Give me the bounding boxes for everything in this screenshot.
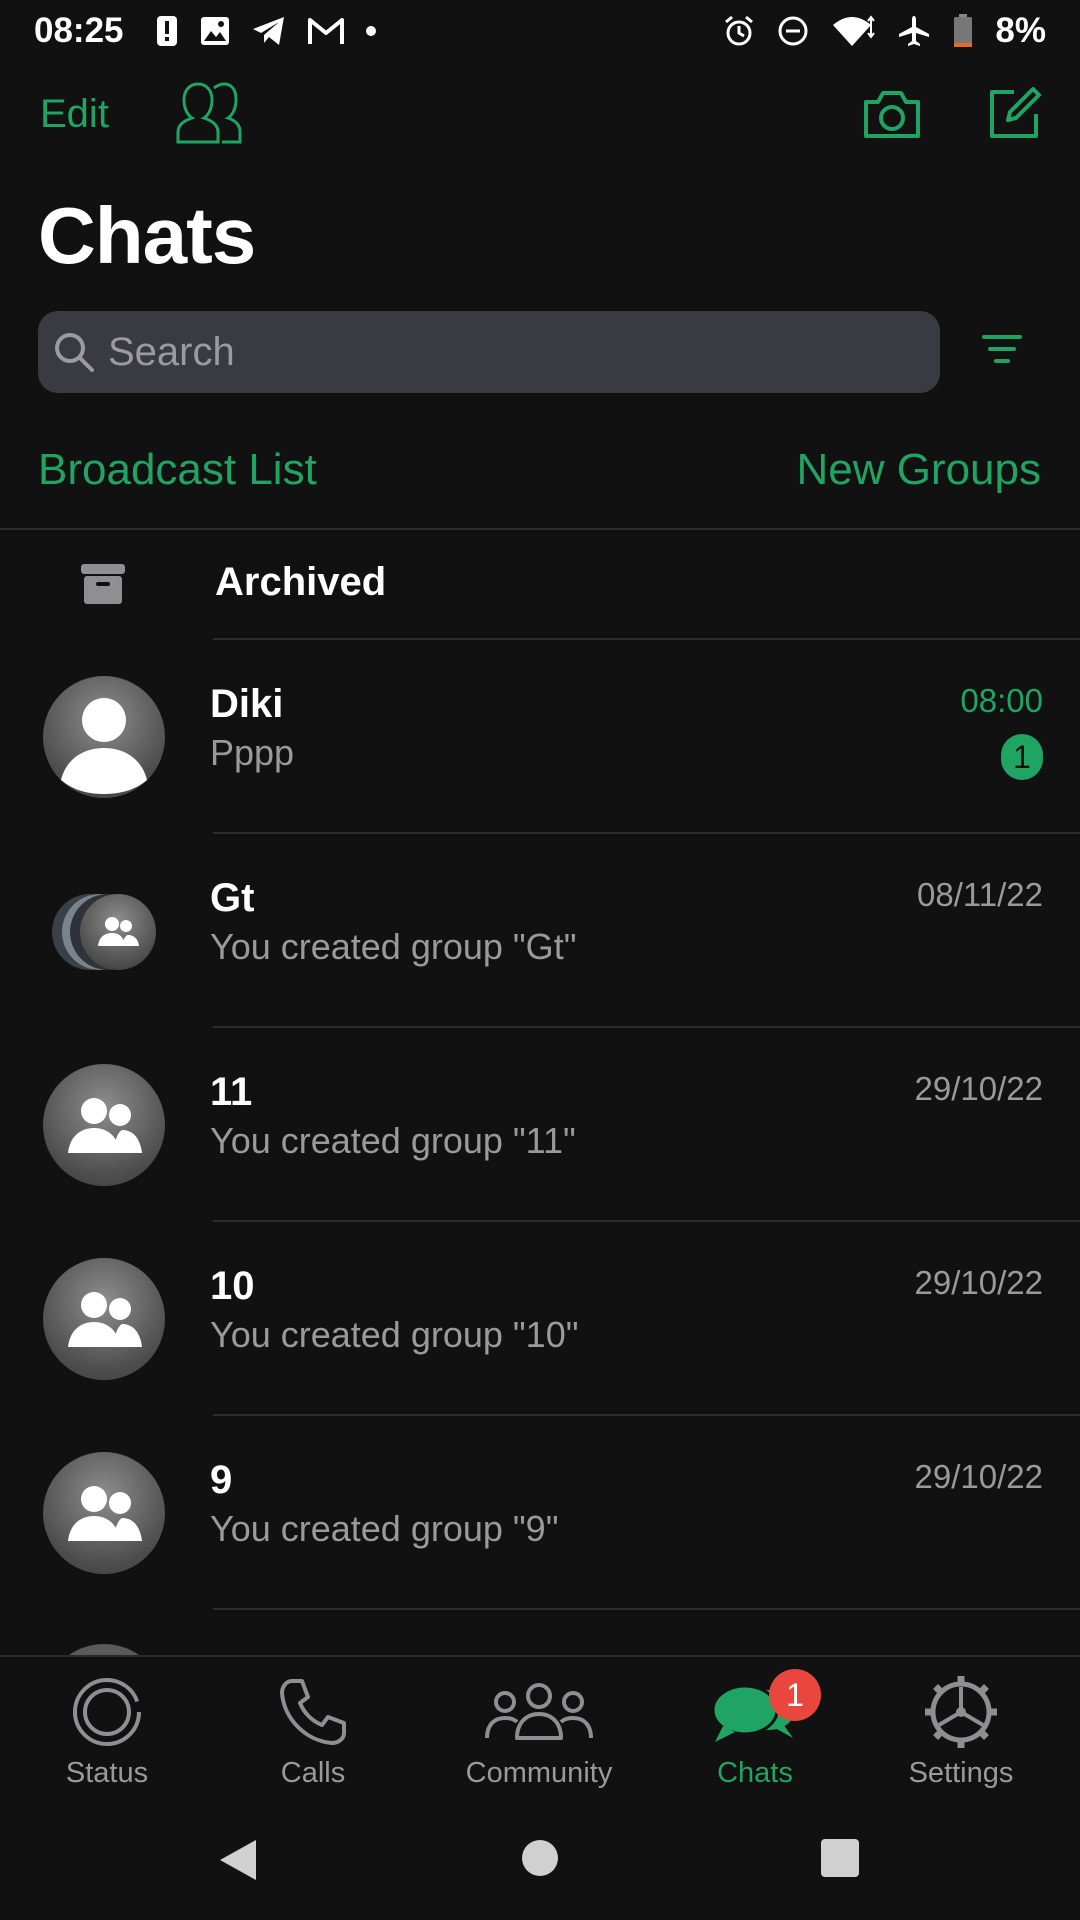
system-nav-bar: [0, 1800, 1080, 1920]
chat-time: 29/10/22: [914, 1458, 1043, 1495]
recents-icon[interactable]: [820, 1838, 860, 1883]
group-icon: [68, 1486, 142, 1541]
home-icon[interactable]: [520, 1838, 560, 1883]
archive-box-icon: [80, 562, 126, 611]
unread-badge: 1: [1001, 734, 1043, 780]
chat-name: 10: [210, 1264, 255, 1308]
battery-icon: [953, 14, 973, 48]
divider: [213, 1608, 1080, 1610]
chat-time: 29/10/22: [914, 1070, 1043, 1107]
tab-label: Chats: [717, 1757, 793, 1789]
compose-icon[interactable]: [986, 86, 1042, 142]
group-icon: [68, 1098, 142, 1153]
chat-preview: You created group "10": [210, 1314, 579, 1355]
chat-row[interactable]: 10 You created group "10" 29/10/22: [0, 1222, 1080, 1416]
avatar: [43, 1064, 165, 1186]
phone-icon: [223, 1671, 403, 1753]
group-stack-avatar: [50, 890, 160, 972]
chat-name: Gt: [210, 876, 255, 920]
airplane-icon: [897, 14, 931, 48]
chat-time: 08/11/22: [916, 876, 1043, 913]
quick-links: Broadcast List New Groups: [0, 445, 1080, 505]
chat-row[interactable]: Gt You created group "Gt" 08/11/22: [0, 834, 1080, 1028]
broadcast-list-link[interactable]: Broadcast List: [38, 445, 317, 495]
gear-icon: [871, 1671, 1051, 1753]
tab-community[interactable]: Community: [449, 1671, 629, 1790]
telegram-icon: [252, 16, 286, 46]
chat-preview: Pppp: [210, 732, 295, 773]
chat-name: 11: [210, 1070, 253, 1114]
search-icon: [52, 330, 96, 374]
dot-icon: [365, 26, 376, 36]
search-bar[interactable]: [38, 311, 940, 393]
edit-button[interactable]: Edit: [40, 92, 109, 137]
chat-name: 9: [210, 1458, 233, 1502]
battery-percent: 8%: [995, 11, 1046, 50]
contacts-group-icon[interactable]: [170, 82, 242, 146]
status-bar: 08:25 8%: [0, 0, 1080, 62]
page-title: Chats: [38, 191, 256, 280]
chat-time: 29/10/22: [914, 1264, 1043, 1301]
group-icon: [68, 1292, 142, 1347]
tab-status[interactable]: Status: [17, 1671, 197, 1790]
tab-chats[interactable]: 1 Chats: [665, 1669, 845, 1790]
chat-time: 08:00: [960, 682, 1043, 719]
alarm-icon: [723, 15, 755, 47]
avatar: [43, 1258, 165, 1380]
tab-label: Status: [65, 1757, 149, 1789]
chat-preview: You created group "9": [210, 1508, 559, 1549]
status-time: 08:25: [34, 11, 124, 50]
avatar: [43, 676, 165, 798]
chats-icon: 1: [665, 1669, 845, 1753]
chat-row[interactable]: 11 You created group "11" 29/10/22: [0, 1028, 1080, 1222]
tab-label: Calls: [280, 1757, 346, 1789]
dnd-icon: [777, 15, 809, 47]
archived-row[interactable]: Archived: [0, 530, 1080, 638]
tab-label: Settings: [908, 1757, 1014, 1789]
top-bar: Edit: [0, 82, 1080, 152]
alert-icon: [156, 15, 178, 47]
chat-row[interactable]: 9 You created group "9" 29/10/22: [0, 1416, 1080, 1610]
wifi-icon: [831, 15, 876, 47]
chat-preview: You created group "11": [210, 1120, 576, 1161]
back-icon[interactable]: [218, 1838, 258, 1887]
person-icon: [61, 698, 147, 794]
filter-icon[interactable]: [980, 331, 1024, 372]
search-input[interactable]: [106, 328, 870, 376]
community-icon: [449, 1671, 629, 1753]
new-groups-link[interactable]: New Groups: [796, 445, 1041, 495]
gmail-icon: [307, 17, 344, 45]
chat-name: Diki: [210, 682, 284, 726]
tab-settings[interactable]: Settings: [871, 1671, 1051, 1790]
chat-row[interactable]: Diki Pppp 08:00 1: [0, 640, 1080, 834]
camera-icon[interactable]: [862, 88, 922, 140]
tab-label: Community: [465, 1757, 613, 1789]
status-icon: [17, 1671, 197, 1753]
tab-bar: Status Calls Community 1 Chats Settings: [0, 1655, 1080, 1797]
tab-calls[interactable]: Calls: [223, 1671, 403, 1790]
avatar: [43, 1452, 165, 1574]
image-icon: [200, 16, 230, 46]
group-stack-icon: [52, 894, 156, 970]
chats-badge: 1: [769, 1669, 821, 1721]
chat-preview: You created group "Gt": [210, 926, 577, 967]
archived-label: Archived: [215, 560, 387, 604]
